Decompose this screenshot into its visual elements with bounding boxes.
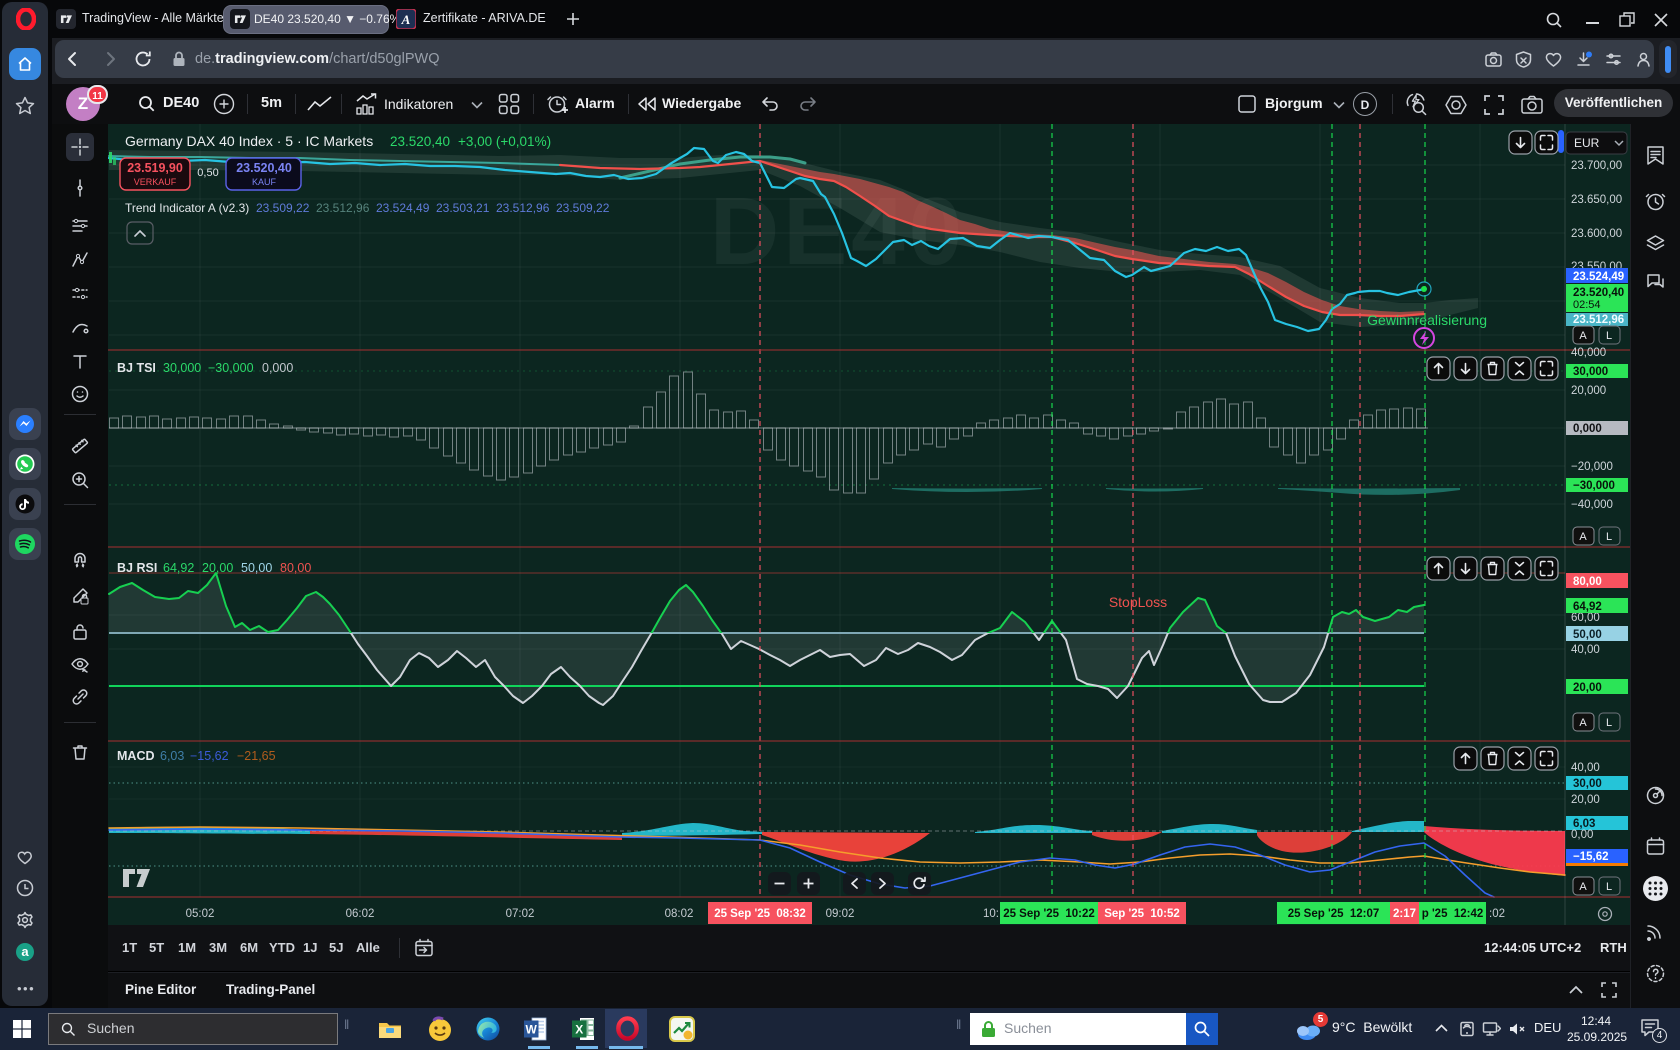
svg-text:−15,62: −15,62 <box>1573 851 1609 863</box>
svg-text:A: A <box>401 12 411 27</box>
svg-text:23.509,22: 23.509,22 <box>556 201 610 215</box>
svg-text:Sep '25 10:52: Sep '25 10:52 <box>1104 908 1180 920</box>
svg-text:23.512,96: 23.512,96 <box>1573 314 1624 326</box>
svg-text:Germany DAX 40 Index · 5 · IC: Germany DAX 40 Index · 5 · IC Markets <box>125 133 373 149</box>
svg-text:08:02: 08:02 <box>665 908 694 920</box>
svg-text:−15,62: −15,62 <box>190 749 229 763</box>
svg-text:20,000: 20,000 <box>1571 385 1606 397</box>
svg-text:20,00: 20,00 <box>202 561 233 575</box>
svg-text:−20,000: −20,000 <box>1571 461 1613 473</box>
svg-text:L: L <box>1606 717 1612 729</box>
svg-text:Gewinnrealisierung: Gewinnrealisierung <box>1367 312 1487 328</box>
svg-text:−40,000: −40,000 <box>1571 499 1613 511</box>
svg-text:23.700,00: 23.700,00 <box>1571 160 1622 172</box>
svg-text:p '25 12:42: p '25 12:42 <box>1422 908 1484 920</box>
svg-text:25 Sep '25 12:07: 25 Sep '25 12:07 <box>1288 908 1380 920</box>
svg-text:25 Sep '25 08:32: 25 Sep '25 08:32 <box>714 908 806 920</box>
svg-text:0,000: 0,000 <box>262 361 293 375</box>
svg-text:64,92: 64,92 <box>1573 601 1602 613</box>
svg-text:X: X <box>575 1023 583 1037</box>
svg-text:23.524,49: 23.524,49 <box>376 201 430 215</box>
svg-text:05:02: 05:02 <box>186 908 215 920</box>
svg-text:BJ RSI: BJ RSI <box>117 561 157 575</box>
svg-text:30,000: 30,000 <box>163 361 201 375</box>
svg-text:L: L <box>1606 881 1612 893</box>
svg-text:−30,000: −30,000 <box>208 361 254 375</box>
svg-text:23.600,00: 23.600,00 <box>1571 228 1622 240</box>
svg-text:A: A <box>1579 531 1587 543</box>
svg-text:20,00: 20,00 <box>1573 682 1602 694</box>
svg-text:40,000: 40,000 <box>1571 347 1606 359</box>
svg-text:40,00: 40,00 <box>1571 644 1600 656</box>
svg-text:BJ TSI: BJ TSI <box>117 361 156 375</box>
svg-text:30,00: 30,00 <box>1573 778 1602 790</box>
svg-text:W: W <box>526 1023 538 1037</box>
svg-text:+3,00 (+0,01%): +3,00 (+0,01%) <box>458 134 551 149</box>
svg-text:0,00: 0,00 <box>1571 829 1593 841</box>
svg-text:A: A <box>1579 881 1587 893</box>
svg-text:Trend Indicator A (v2.3): Trend Indicator A (v2.3) <box>125 201 249 215</box>
svg-text:KAUF: KAUF <box>252 177 277 187</box>
svg-text:MACD: MACD <box>117 749 155 763</box>
svg-text:A: A <box>1579 717 1587 729</box>
svg-text:23.519,90: 23.519,90 <box>127 161 183 175</box>
svg-text:80,00: 80,00 <box>1573 576 1602 588</box>
svg-text:07:02: 07:02 <box>506 908 535 920</box>
svg-text::02: :02 <box>1489 908 1505 920</box>
svg-text:23.520,40: 23.520,40 <box>390 134 450 149</box>
svg-text:23.509,22: 23.509,22 <box>256 201 310 215</box>
svg-text:30,000: 30,000 <box>1573 366 1608 378</box>
svg-text:06:02: 06:02 <box>346 908 375 920</box>
svg-text:50,00: 50,00 <box>241 561 272 575</box>
svg-text:40,00: 40,00 <box>1571 762 1600 774</box>
svg-text:20,00: 20,00 <box>1571 794 1600 806</box>
svg-text:StopLoss: StopLoss <box>1109 594 1167 610</box>
svg-text:09:02: 09:02 <box>826 908 855 920</box>
svg-text:L: L <box>1606 330 1612 342</box>
svg-text:25 Sep '25 10:22: 25 Sep '25 10:22 <box>1003 908 1095 920</box>
svg-text:L: L <box>1606 531 1612 543</box>
svg-text:−30,000: −30,000 <box>1573 480 1615 492</box>
svg-text:10:: 10: <box>983 908 999 920</box>
svg-text:50,00: 50,00 <box>1573 629 1602 641</box>
svg-text:23.512,96: 23.512,96 <box>316 201 370 215</box>
svg-text:23.503,21: 23.503,21 <box>436 201 490 215</box>
svg-text:EUR: EUR <box>1574 136 1600 150</box>
svg-text:6,03: 6,03 <box>160 749 184 763</box>
svg-text:23.512,96: 23.512,96 <box>496 201 550 215</box>
svg-text:23.524,49: 23.524,49 <box>1573 271 1624 283</box>
svg-text:2:17: 2:17 <box>1393 908 1416 920</box>
svg-text:0,50: 0,50 <box>197 167 218 179</box>
svg-text:02:54: 02:54 <box>1573 299 1601 311</box>
svg-text:A: A <box>1579 330 1587 342</box>
svg-text:80,00: 80,00 <box>280 561 311 575</box>
svg-text:60,00: 60,00 <box>1571 612 1600 624</box>
svg-text:−21,65: −21,65 <box>237 749 276 763</box>
svg-text:23.520,40: 23.520,40 <box>1573 287 1624 299</box>
svg-text:23.650,00: 23.650,00 <box>1571 194 1622 206</box>
svg-text:0,000: 0,000 <box>1573 423 1602 435</box>
svg-text:64,92: 64,92 <box>163 561 194 575</box>
svg-text:VERKAUF: VERKAUF <box>134 177 177 187</box>
svg-text:23.520,40: 23.520,40 <box>236 161 292 175</box>
